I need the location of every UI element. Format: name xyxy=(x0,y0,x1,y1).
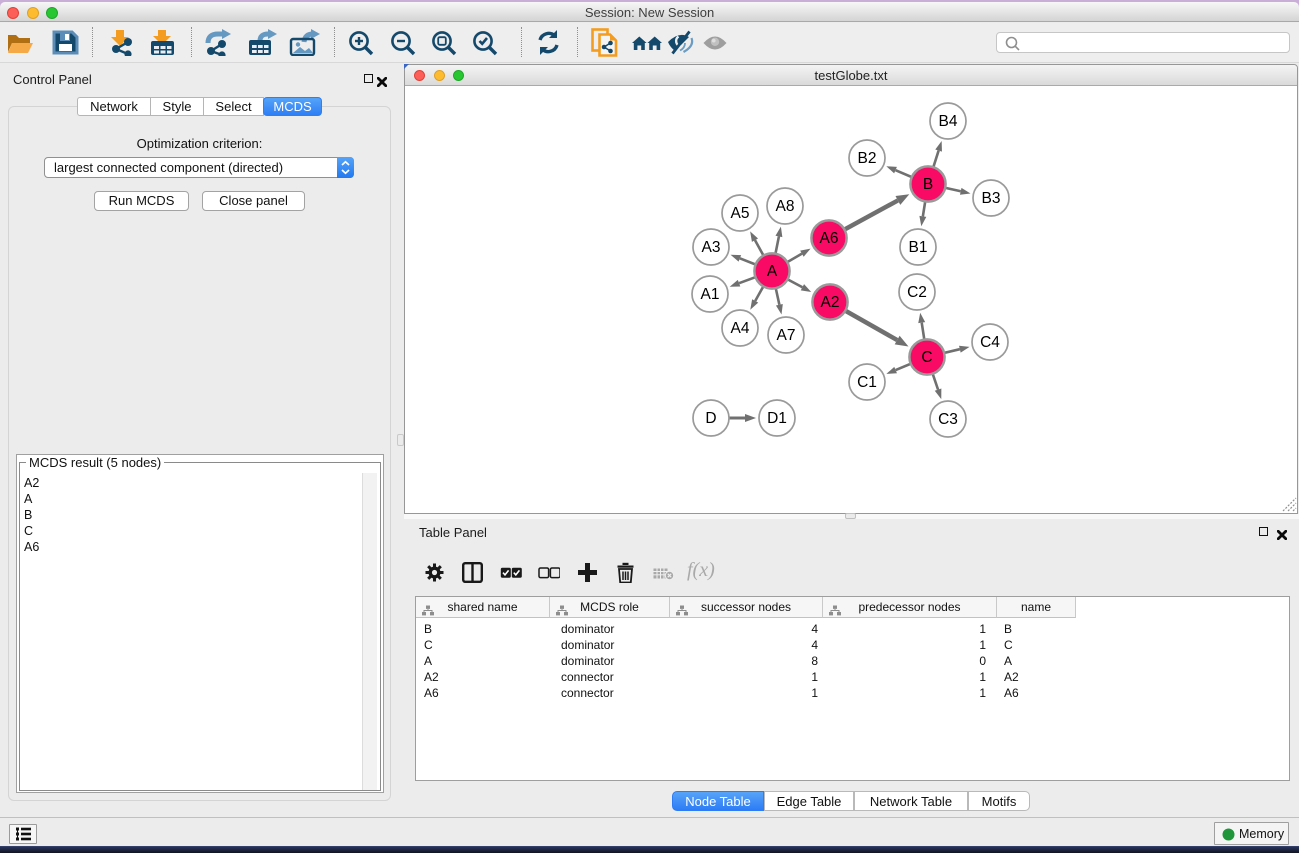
svg-text:A1: A1 xyxy=(701,286,720,303)
svg-text:C: C xyxy=(921,349,932,366)
svg-text:A2: A2 xyxy=(821,294,840,311)
svg-text:B1: B1 xyxy=(909,239,928,256)
svg-text:B: B xyxy=(923,176,933,193)
svg-text:A8: A8 xyxy=(776,198,795,215)
svg-text:C2: C2 xyxy=(907,284,927,301)
svg-text:C4: C4 xyxy=(980,334,1000,351)
svg-text:A7: A7 xyxy=(777,327,796,344)
svg-text:B3: B3 xyxy=(982,190,1001,207)
svg-text:D1: D1 xyxy=(767,410,787,427)
svg-text:B2: B2 xyxy=(858,150,877,167)
svg-text:A5: A5 xyxy=(731,205,750,222)
svg-text:A6: A6 xyxy=(820,230,839,247)
svg-text:D: D xyxy=(705,410,716,427)
svg-text:C1: C1 xyxy=(857,374,877,391)
svg-text:C3: C3 xyxy=(938,411,958,428)
svg-text:B4: B4 xyxy=(939,113,958,130)
svg-text:A: A xyxy=(767,263,778,280)
svg-text:A3: A3 xyxy=(702,239,721,256)
svg-text:A4: A4 xyxy=(731,320,750,337)
